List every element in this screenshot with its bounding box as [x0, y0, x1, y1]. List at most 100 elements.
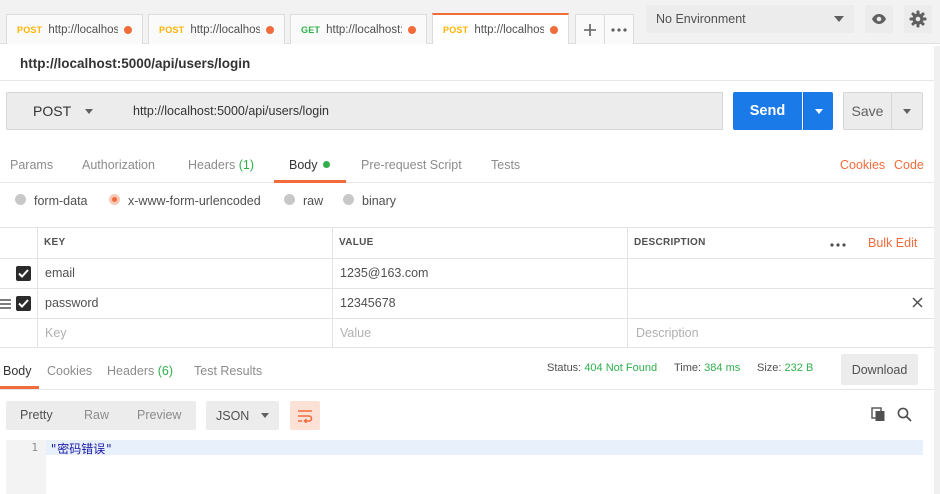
copy-icon: [871, 407, 885, 421]
table-border: [37, 227, 38, 348]
row-key[interactable]: password: [45, 296, 99, 310]
size-label: Size:: [757, 362, 782, 374]
size-value: 232 B: [784, 362, 814, 374]
new-description-input[interactable]: Description: [636, 326, 699, 340]
wrap-lines-button[interactable]: [290, 401, 320, 430]
drag-handle-icon[interactable]: [0, 298, 11, 312]
time-value: 384 ms: [704, 362, 741, 374]
language-label: JSON: [216, 408, 250, 423]
radio-label: binary: [362, 194, 397, 208]
close-icon: [912, 297, 923, 308]
environment-quick-look-button[interactable]: [865, 5, 893, 33]
request-tab-1[interactable]: POST http://localhost: [6, 14, 143, 44]
gear-icon: [909, 10, 927, 28]
tab-options-button[interactable]: [604, 14, 634, 44]
tab-url: http://localhost: [48, 23, 118, 36]
response-tab-headers[interactable]: Headers (6): [107, 364, 173, 378]
response-size: Size: 232 B: [757, 362, 813, 374]
send-button[interactable]: Send: [733, 92, 802, 130]
tab-pre-request-script[interactable]: Pre-request Script: [361, 158, 462, 172]
language-select[interactable]: JSON: [206, 401, 279, 430]
send-options-button[interactable]: [803, 92, 833, 130]
line-number: 1: [31, 441, 38, 454]
ellipsis-icon: [611, 27, 627, 32]
search-button[interactable]: [897, 407, 912, 425]
download-button[interactable]: Download: [841, 354, 918, 385]
chevron-down-icon: [261, 413, 270, 418]
scrollbar[interactable]: [934, 46, 940, 494]
response-tab-body[interactable]: Body: [3, 364, 32, 378]
chevron-down-icon: [903, 108, 911, 114]
status-label: Status:: [547, 362, 582, 374]
radio-circle-icon: [284, 193, 295, 205]
tab-method: GET: [301, 24, 321, 35]
tab-url: http://localhost: [474, 23, 544, 36]
tab-body[interactable]: Body: [289, 158, 330, 172]
radio-binary[interactable]: binary: [343, 193, 397, 208]
tab-tests[interactable]: Tests: [491, 158, 520, 172]
request-tab-2[interactable]: POST http://localhost: [148, 14, 285, 44]
chevron-down-icon: [85, 108, 94, 114]
radio-selected-icon: [109, 193, 120, 205]
new-tab-button[interactable]: [575, 14, 605, 44]
table-border: [0, 347, 934, 348]
radio-label: x-www-form-urlencoded: [128, 194, 261, 208]
ellipsis-icon: [830, 243, 846, 247]
row-key[interactable]: email: [45, 266, 75, 280]
method-label: POST: [33, 103, 72, 119]
eye-icon: [872, 14, 886, 24]
divider: [0, 80, 934, 81]
unsaved-dot-icon: [266, 25, 274, 34]
environment-select[interactable]: No Environment: [646, 5, 854, 33]
column-header-key: KEY: [44, 237, 66, 248]
response-tab-test-results[interactable]: Test Results: [194, 364, 262, 378]
new-value-input[interactable]: Value: [340, 326, 371, 340]
environment-label: No Environment: [656, 12, 746, 26]
cookies-link[interactable]: Cookies: [840, 158, 885, 172]
bulk-edit-link[interactable]: Bulk Edit: [868, 236, 917, 250]
unsaved-dot-icon: [124, 25, 132, 34]
status-value: 404 Not Found: [584, 362, 658, 374]
tab-headers[interactable]: Headers (1): [188, 158, 254, 172]
row-value[interactable]: 12345678: [340, 296, 396, 310]
save-options-button[interactable]: [891, 92, 923, 130]
request-tab-3[interactable]: GET http://localhost:5: [290, 14, 427, 44]
url-input[interactable]: http://localhost:5000/api/users/login: [121, 92, 723, 130]
table-border: [0, 258, 934, 259]
view-raw-button[interactable]: Raw: [84, 408, 109, 422]
time-label: Time:: [674, 362, 702, 374]
tab-params[interactable]: Params: [10, 158, 53, 172]
table-options-button[interactable]: [830, 236, 846, 250]
view-pretty-button[interactable]: Pretty: [20, 408, 53, 422]
method-select[interactable]: POST: [6, 92, 122, 130]
request-title[interactable]: http://localhost:5000/api/users/login: [20, 56, 250, 71]
request-tab-4[interactable]: POST http://localhost: [432, 13, 569, 44]
row-value[interactable]: 1235@163.com: [340, 266, 428, 280]
code-link[interactable]: Code: [894, 158, 924, 172]
view-preview-button[interactable]: Preview: [137, 408, 181, 422]
unsaved-dot-icon: [550, 25, 558, 34]
radio-raw[interactable]: raw: [284, 193, 323, 208]
radio-label: form-data: [34, 194, 88, 208]
chevron-down-icon: [814, 108, 823, 114]
wrap-lines-icon: [298, 409, 313, 423]
response-body-text[interactable]: "密码错误": [50, 440, 112, 457]
row-enabled-checkbox[interactable]: [16, 296, 31, 311]
row-enabled-checkbox[interactable]: [16, 266, 31, 281]
manage-environments-button[interactable]: [904, 5, 932, 33]
radio-form-data[interactable]: form-data: [15, 193, 88, 208]
radio-x-www-form-urlencoded[interactable]: x-www-form-urlencoded: [109, 193, 261, 208]
radio-circle-icon: [343, 193, 354, 205]
response-tab-cookies[interactable]: Cookies: [47, 364, 92, 378]
delete-row-button[interactable]: [912, 297, 923, 311]
copy-button[interactable]: [871, 407, 886, 425]
column-header-value: VALUE: [339, 237, 374, 248]
radio-circle-icon: [15, 193, 26, 205]
tab-url: http://localhost:5: [326, 23, 402, 36]
active-line-highlight: [46, 440, 923, 455]
new-key-input[interactable]: Key: [45, 326, 67, 340]
tab-authorization[interactable]: Authorization: [82, 158, 155, 172]
tab-method: POST: [443, 24, 469, 35]
checkmark-icon: [18, 299, 29, 308]
save-button[interactable]: Save: [843, 92, 892, 130]
